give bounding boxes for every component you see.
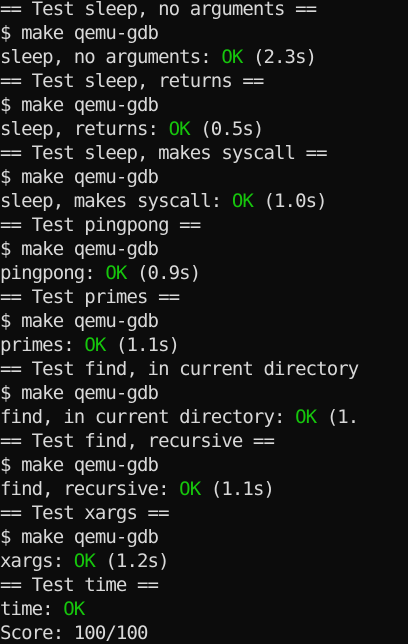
command-line: $ make qemu-gdb bbox=[0, 93, 408, 117]
result-time: (0.5s) bbox=[189, 118, 264, 140]
line-text: == Test sleep, makes syscall == bbox=[0, 142, 328, 164]
command-line: $ make qemu-gdb bbox=[0, 165, 408, 189]
score-line: Score: 100/100 bbox=[0, 621, 408, 644]
result-time: (1.1s) bbox=[200, 478, 275, 500]
ok-status: OK bbox=[84, 334, 106, 356]
line-text: == Test sleep, returns == bbox=[0, 70, 264, 92]
command-line: $ make qemu-gdb bbox=[0, 381, 408, 405]
command-line: $ make qemu-gdb bbox=[0, 309, 408, 333]
line-text: $ make qemu-gdb bbox=[0, 166, 159, 188]
result-label: time: bbox=[0, 598, 64, 620]
test-header-line: == Test primes == bbox=[0, 285, 408, 309]
result-line: xargs: OK (1.2s) bbox=[0, 549, 408, 573]
ok-status: OK bbox=[231, 190, 254, 212]
line-text: == Test time == bbox=[0, 574, 159, 596]
result-label: find, in current directory: bbox=[0, 406, 296, 428]
test-header-line: == Test pingpong == bbox=[0, 213, 408, 237]
line-text: $ make qemu-gdb bbox=[0, 238, 159, 260]
result-line: sleep, makes syscall: OK (1.0s) bbox=[0, 189, 408, 213]
result-time: (1.1s) bbox=[105, 334, 180, 356]
line-text: == Test xargs == bbox=[0, 502, 170, 524]
result-time: (1.0s) bbox=[252, 190, 327, 212]
result-label: sleep, returns: bbox=[0, 118, 169, 140]
result-label: sleep, no arguments: bbox=[0, 46, 222, 68]
result-time: (2.3s) bbox=[242, 46, 317, 68]
ok-status: OK bbox=[63, 598, 85, 620]
result-line: find, recursive: OK (1.1s) bbox=[0, 477, 408, 501]
command-line: $ make qemu-gdb bbox=[0, 21, 408, 45]
result-line: sleep, no arguments: OK (2.3s) bbox=[0, 45, 408, 69]
test-header-line: == Test sleep, makes syscall == bbox=[0, 141, 408, 165]
result-label: primes: bbox=[0, 334, 85, 356]
ok-status: OK bbox=[179, 478, 201, 500]
line-text: $ make qemu-gdb bbox=[0, 22, 159, 44]
result-line: time: OK bbox=[0, 597, 408, 621]
ok-status: OK bbox=[105, 262, 127, 284]
test-header-line: == Test find, in current directory bbox=[0, 357, 408, 381]
line-text: == Test pingpong == bbox=[0, 214, 201, 236]
result-time: (1. bbox=[316, 406, 360, 428]
command-line: $ make qemu-gdb bbox=[0, 525, 408, 549]
result-line: find, in current directory: OK (1. bbox=[0, 405, 408, 429]
line-text: == Test primes == bbox=[0, 286, 180, 308]
line-text: $ make qemu-gdb bbox=[0, 454, 159, 476]
result-label: sleep, makes syscall: bbox=[0, 190, 232, 212]
result-label: pingpong: bbox=[0, 262, 106, 284]
result-time: (1.2s) bbox=[94, 550, 169, 572]
score-text: Score: 100/100 bbox=[0, 622, 148, 644]
test-header-line: == Test sleep, returns == bbox=[0, 69, 408, 93]
ok-status: OK bbox=[73, 550, 96, 572]
test-header-line: == Test xargs == bbox=[0, 501, 408, 525]
line-text: == Test sleep, no arguments == bbox=[0, 0, 317, 20]
result-line: primes: OK (1.1s) bbox=[0, 333, 408, 357]
test-header-line: == Test time == bbox=[0, 573, 408, 597]
ok-status: OK bbox=[295, 406, 317, 428]
result-label: find, recursive: bbox=[0, 478, 180, 500]
result-time: (0.9s) bbox=[126, 262, 201, 284]
terminal-output: == Test sleep, no arguments == $ make qe… bbox=[0, 0, 408, 644]
result-line: sleep, returns: OK (0.5s) bbox=[0, 117, 408, 141]
line-text: $ make qemu-gdb bbox=[0, 310, 159, 332]
ok-status: OK bbox=[168, 118, 191, 140]
line-text: $ make qemu-gdb bbox=[0, 382, 159, 404]
line-text: == Test find, in current directory bbox=[0, 358, 359, 380]
command-line: $ make qemu-gdb bbox=[0, 453, 408, 477]
ok-status: OK bbox=[221, 46, 243, 68]
line-text: $ make qemu-gdb bbox=[0, 94, 159, 116]
test-header-line: == Test find, recursive == bbox=[0, 429, 408, 453]
result-line: pingpong: OK (0.9s) bbox=[0, 261, 408, 285]
test-header-line: == Test sleep, no arguments == bbox=[0, 0, 408, 21]
result-label: xargs: bbox=[0, 550, 74, 572]
line-text: $ make qemu-gdb bbox=[0, 526, 159, 548]
command-line: $ make qemu-gdb bbox=[0, 237, 408, 261]
line-text: == Test find, recursive == bbox=[0, 430, 275, 452]
